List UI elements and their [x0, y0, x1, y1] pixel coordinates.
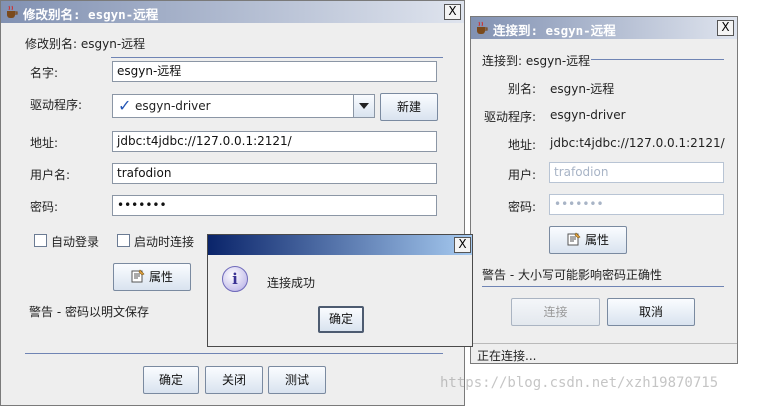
edit-alias-title: 修改别名: esgyn-远程: [23, 7, 159, 22]
connect-user-label: 用户:: [508, 168, 537, 182]
connecting-status: 正在连接...: [477, 349, 537, 363]
auto-login-label: 自动登录: [51, 235, 100, 249]
test-button[interactable]: 测试: [268, 366, 326, 394]
properties-icon: [567, 232, 581, 246]
success-message: 连接成功: [267, 276, 316, 290]
checkmark-icon: ✓: [118, 96, 132, 115]
connect-header-separator: [591, 59, 724, 60]
connect-driver-label: 驱动程序:: [484, 110, 537, 124]
auto-login-checkbox[interactable]: [34, 234, 47, 247]
watermark: https://blog.csdn.net/xzh19870715: [440, 375, 719, 391]
connect-user-field[interactable]: trafodion: [549, 162, 724, 183]
name-field[interactable]: esgyn-远程: [112, 61, 437, 82]
connect-title: 连接到: esgyn-远程: [493, 23, 616, 38]
edit-alias-header: 修改别名: esgyn-远程: [25, 37, 146, 51]
info-icon: i: [222, 266, 248, 292]
message-ok-button[interactable]: 确定: [318, 306, 364, 333]
new-driver-button[interactable]: 新建: [380, 93, 438, 121]
connect-on-start-checkbox[interactable]: [117, 234, 130, 247]
connect-dialog: 连接到: esgyn-远程 X 连接到: esgyn-远程 别名: esgyn-…: [470, 16, 738, 364]
message-titlebar[interactable]: X: [208, 235, 472, 255]
close-icon[interactable]: X: [444, 4, 461, 20]
username-field[interactable]: trafodion: [112, 163, 437, 184]
connect-password-label: 密码:: [508, 200, 537, 214]
properties-icon: [131, 269, 145, 283]
connect-address-value: jdbc:t4jdbc://127.0.0.1:2121/: [550, 136, 725, 150]
driver-select-value: esgyn-driver: [135, 99, 211, 113]
cancel-button[interactable]: 取消: [607, 298, 695, 326]
address-label: 地址:: [30, 136, 59, 150]
plaintext-warning: 警告 - 密码以明文保存: [29, 305, 149, 319]
connect-driver-value: esgyn-driver: [550, 108, 626, 122]
connect-footer-separator: [482, 286, 724, 287]
connect-button[interactable]: 连接: [511, 298, 600, 326]
properties-button[interactable]: 属性: [113, 263, 191, 291]
chevron-down-icon[interactable]: [353, 95, 374, 117]
close-icon[interactable]: X: [717, 20, 734, 36]
connect-address-label: 地址:: [508, 138, 537, 152]
close-icon[interactable]: X: [454, 237, 471, 253]
connect-header: 连接到: esgyn-远程: [482, 54, 591, 68]
password-label: 密码:: [30, 200, 59, 214]
password-field[interactable]: •••••••: [112, 195, 437, 216]
header-separator: [111, 57, 443, 58]
name-label: 名字:: [30, 66, 59, 80]
connect-properties-label: 属性: [584, 233, 609, 247]
driver-label: 驱动程序:: [30, 98, 83, 112]
alias-value: esgyn-远程: [550, 82, 615, 96]
alias-label: 别名:: [508, 82, 537, 96]
coffee-cup-icon: [477, 21, 488, 34]
properties-button-label: 属性: [148, 270, 173, 284]
close-button[interactable]: 关闭: [205, 366, 263, 394]
coffee-cup-icon: [7, 5, 18, 18]
success-message-dialog: X i 连接成功 确定: [207, 234, 473, 347]
driver-select[interactable]: ✓ esgyn-driver: [112, 94, 375, 118]
connect-on-start-label: 启动时连接: [134, 235, 195, 249]
case-warning: 警告 - 大小写可能影响密码正确性: [482, 268, 662, 282]
footer-separator: [25, 353, 443, 354]
edit-alias-titlebar[interactable]: 修改别名: esgyn-远程 X: [1, 1, 464, 23]
connect-properties-button[interactable]: 属性: [549, 226, 627, 254]
statusbar-divider: [471, 343, 737, 344]
address-field[interactable]: jdbc:t4jdbc://127.0.0.1:2121/: [112, 131, 437, 152]
ok-button[interactable]: 确定: [143, 366, 199, 394]
username-label: 用户名:: [30, 168, 71, 182]
connect-titlebar[interactable]: 连接到: esgyn-远程 X: [471, 17, 737, 39]
connect-password-field[interactable]: •••••••: [549, 194, 724, 215]
